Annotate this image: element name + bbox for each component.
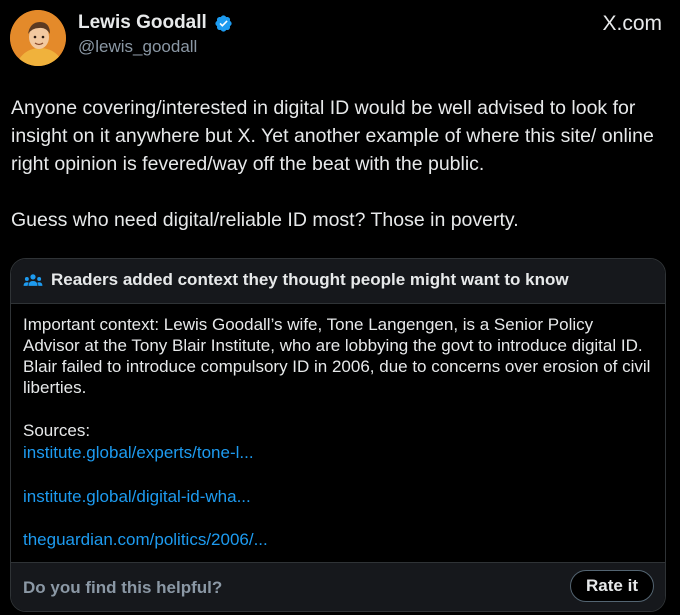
author-display-name[interactable]: Lewis Goodall (78, 12, 207, 34)
verified-badge-icon (215, 14, 232, 32)
people-icon (23, 274, 43, 286)
tweet-header: Lewis Goodall @lewis_goodall X.com (10, 10, 662, 66)
avatar-portrait-icon (10, 10, 66, 66)
community-note-body: Important context: Lewis Goodall’s wife,… (23, 315, 651, 397)
community-note-footer: Do you find this helpful? Rate it (11, 562, 665, 611)
community-note-header: Readers added context they thought peopl… (11, 259, 665, 304)
rate-it-button[interactable]: Rate it (570, 570, 654, 602)
community-note: Readers added context they thought peopl… (10, 258, 666, 612)
brand-watermark: X.com (602, 12, 662, 35)
source-link[interactable]: theguardian.com/politics/2006/... (23, 530, 268, 550)
tweet-paragraph: Anyone covering/interested in digital ID… (11, 97, 654, 175)
tweet-text: Anyone covering/interested in digital ID… (11, 94, 661, 234)
avatar[interactable] (10, 10, 66, 66)
tweet-paragraph: Guess who need digital/reliable ID most?… (11, 209, 519, 231)
author-handle[interactable]: @lewis_goodall (78, 37, 233, 57)
author-names: Lewis Goodall @lewis_goodall (78, 12, 233, 57)
sources-label: Sources: (23, 421, 91, 440)
source-link[interactable]: institute.global/digital-id-wha... (23, 487, 251, 507)
helpful-question: Do you find this helpful? (23, 578, 223, 597)
source-link[interactable]: institute.global/experts/tone-l... (23, 443, 254, 463)
community-note-title: Readers added context they thought peopl… (51, 270, 569, 289)
